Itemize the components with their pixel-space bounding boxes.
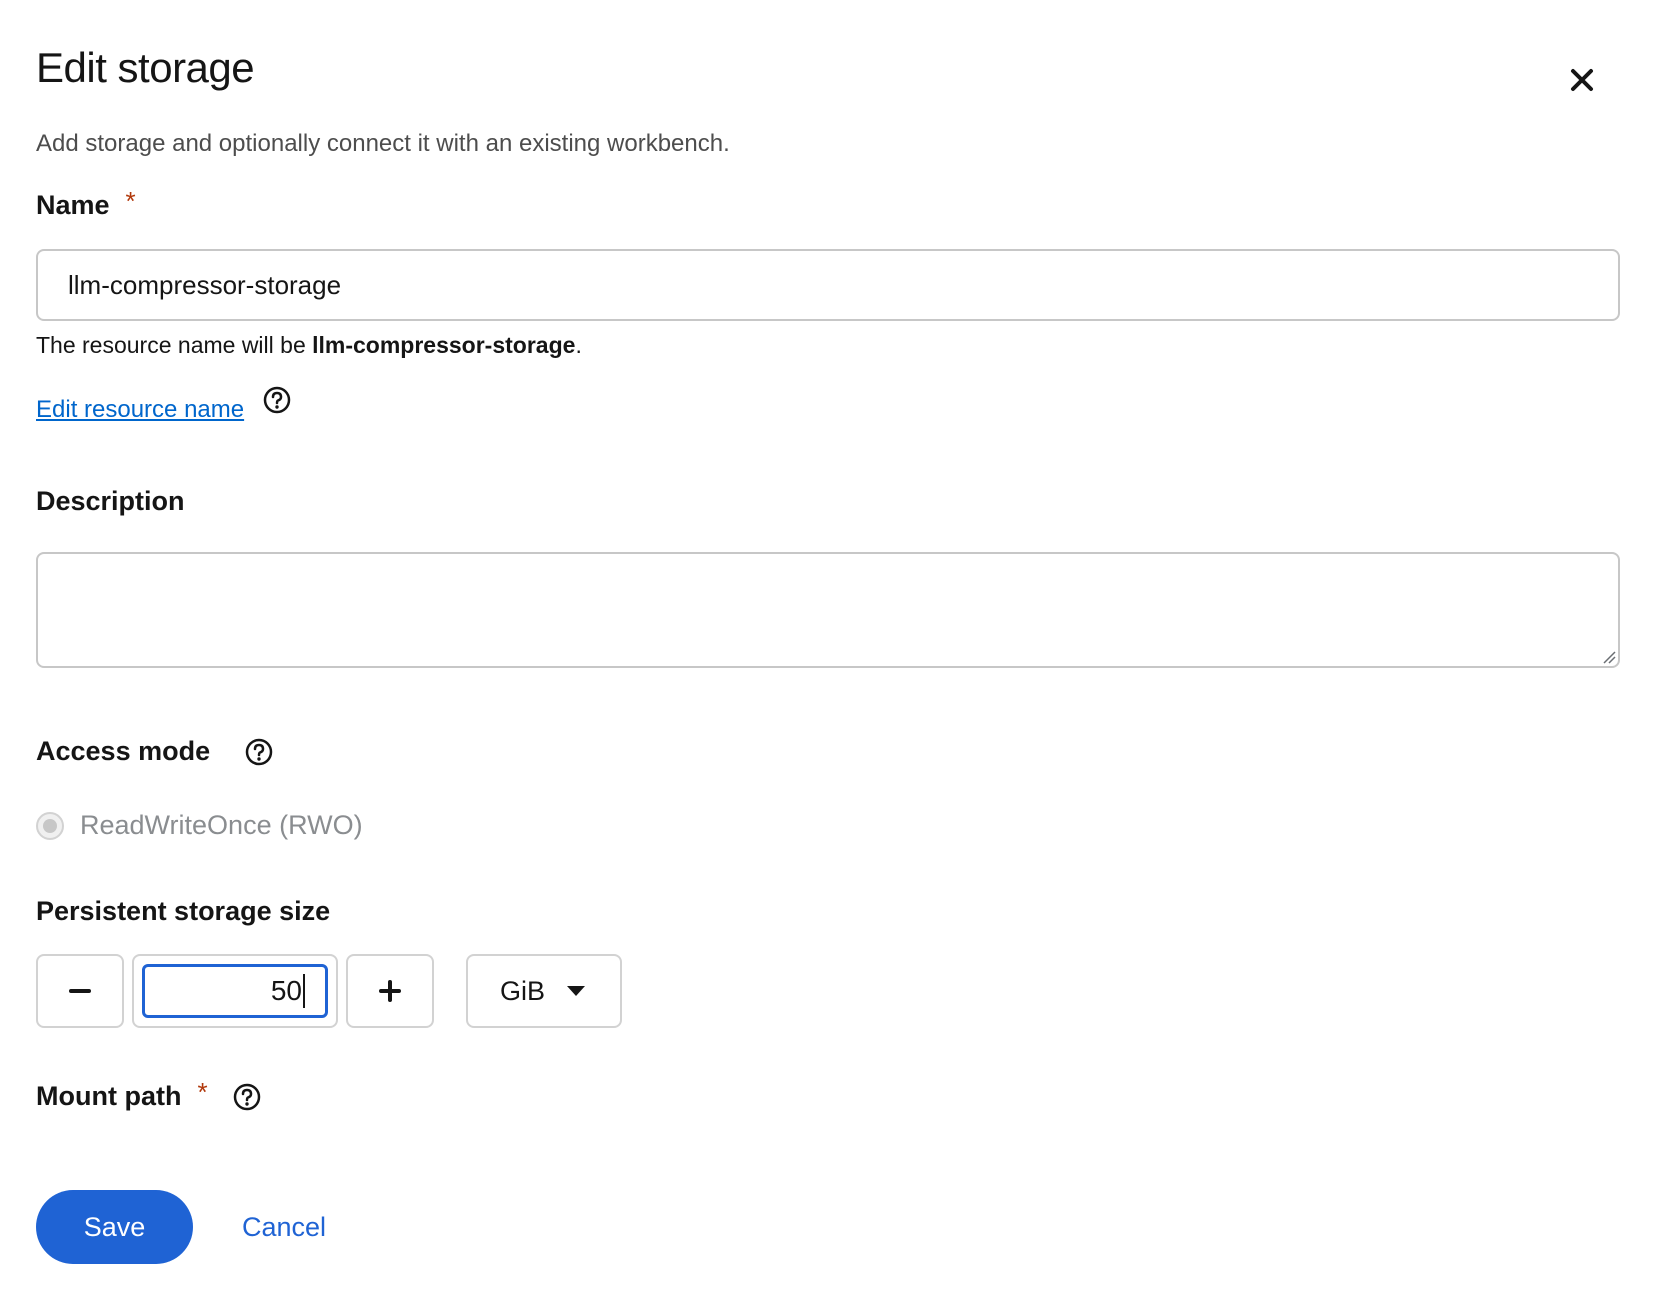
access-mode-help-icon[interactable]	[244, 737, 274, 767]
decrement-button[interactable]	[36, 954, 124, 1028]
save-button[interactable]: Save	[36, 1190, 193, 1264]
question-circle-icon	[233, 1083, 260, 1110]
modal-description: Add storage and optionally connect it wi…	[36, 130, 730, 157]
radio-selected-dot	[43, 818, 57, 833]
text-caret	[303, 974, 305, 1008]
question-circle-icon	[263, 386, 291, 414]
mount-path-label: Mount path	[36, 1081, 182, 1111]
modal-title: Edit storage	[36, 44, 255, 91]
cancel-button[interactable]: Cancel	[242, 1190, 326, 1264]
helper-suffix: .	[575, 332, 582, 358]
resource-name-helper: The resource name will be llm-compressor…	[36, 332, 582, 359]
mount-path-label-row: Mount path *	[36, 1077, 262, 1112]
unit-select[interactable]: GiB	[466, 954, 622, 1028]
name-input-value: llm-compressor-storage	[68, 269, 342, 300]
resize-grip-icon[interactable]	[1600, 648, 1616, 664]
storage-size-value: 50	[270, 975, 302, 1006]
description-label-row: Description	[36, 486, 185, 517]
radio-label: ReadWriteOnce (RWO)	[80, 810, 363, 840]
edit-resource-name-link[interactable]: Edit resource name	[36, 396, 244, 424]
description-label: Description	[36, 486, 185, 516]
storage-size-label: Persistent storage size	[36, 896, 331, 926]
mount-path-help-icon[interactable]	[232, 1082, 262, 1112]
required-marker: *	[125, 186, 136, 216]
helper-resource-name: llm-compressor-storage	[312, 332, 576, 358]
storage-size-input-focused[interactable]: 50	[142, 964, 328, 1018]
access-mode-label-row: Access mode	[36, 736, 274, 767]
storage-size-label-row: Persistent storage size	[36, 896, 330, 927]
helper-prefix: The resource name will be	[36, 332, 313, 358]
required-marker: *	[197, 1077, 208, 1107]
unit-select-value: GiB	[500, 975, 546, 1006]
help-icon[interactable]	[262, 385, 292, 415]
access-mode-option-rwo[interactable]: ReadWriteOnce (RWO)	[36, 810, 363, 841]
access-mode-label: Access mode	[36, 736, 211, 766]
radio-button[interactable]	[36, 811, 64, 840]
storage-size-input[interactable]: 50	[132, 954, 338, 1028]
plus-icon	[379, 980, 401, 1002]
close-icon	[1571, 69, 1593, 91]
question-circle-icon	[245, 738, 273, 765]
minus-icon	[69, 989, 91, 993]
increment-button[interactable]	[346, 954, 434, 1028]
name-input[interactable]: llm-compressor-storage	[36, 249, 1620, 321]
name-label: Name	[36, 190, 110, 220]
close-button[interactable]	[1564, 62, 1600, 98]
caret-down-icon	[567, 986, 586, 996]
description-textarea[interactable]	[36, 552, 1620, 668]
name-label-row: Name *	[36, 186, 136, 221]
edit-storage-modal: Edit storage Add storage and optionally …	[0, 0, 1662, 1304]
